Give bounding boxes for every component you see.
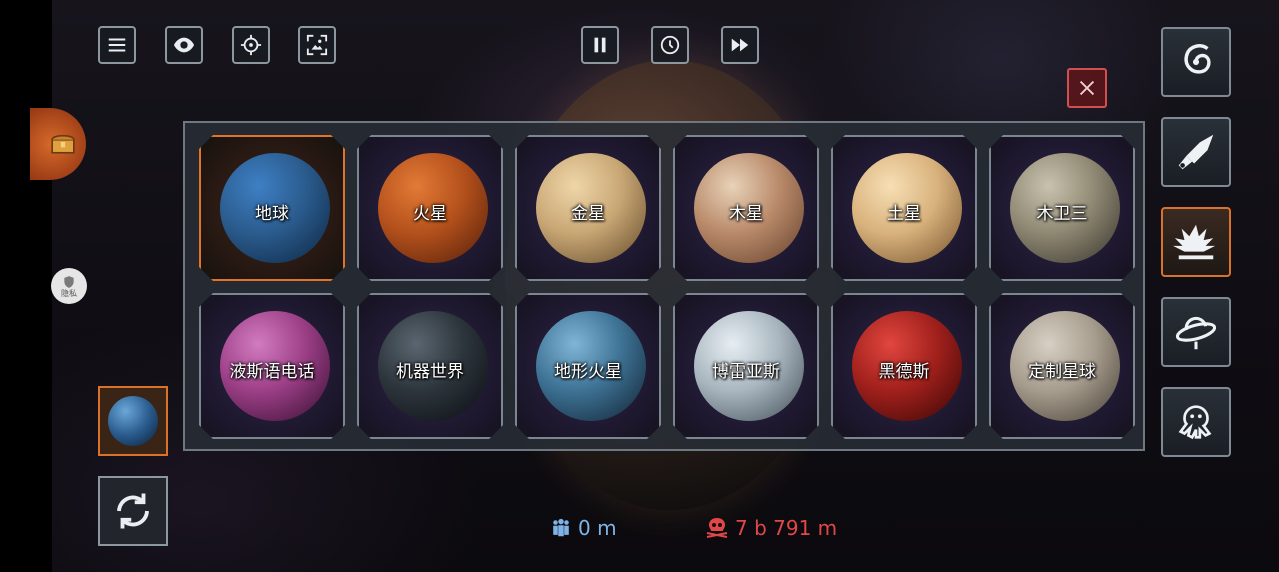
close-panel-button[interactable] xyxy=(1067,68,1107,108)
planet-option[interactable]: 黑德斯 xyxy=(831,293,977,439)
people-icon xyxy=(553,518,569,537)
menu-button[interactable] xyxy=(98,26,136,64)
planet-name: 定制星球 xyxy=(1028,362,1096,382)
planet-name: 博雷亚斯 xyxy=(712,362,780,382)
explosion-tool-button[interactable] xyxy=(1161,207,1231,277)
screenshot-button[interactable] xyxy=(298,26,336,64)
planet-option[interactable]: 金星 xyxy=(515,135,661,281)
planet-option[interactable]: 木卫三 xyxy=(989,135,1135,281)
planet-name: 地形火星 xyxy=(554,362,622,382)
target-button[interactable] xyxy=(232,26,270,64)
reset-button[interactable] xyxy=(98,476,168,546)
planet-name: 液斯语电话 xyxy=(229,362,315,382)
planet-option[interactable]: 土星 xyxy=(831,135,977,281)
monster-tool-button[interactable] xyxy=(1161,387,1231,457)
planet-name: 土星 xyxy=(887,204,921,224)
galaxy-icon xyxy=(1184,44,1211,74)
ufo-tool-button[interactable] xyxy=(1161,297,1231,367)
skull-icon xyxy=(706,518,728,538)
population-stat: 0 m xyxy=(550,516,617,540)
planet-option[interactable]: 火星 xyxy=(357,135,503,281)
refresh-icon xyxy=(117,493,149,529)
game-screen: 隐私 地球 火星 金星 木星 土星 木卫三 液斯语电话 机器世界 地形火星 博雷… xyxy=(0,0,1279,572)
planet-option[interactable]: 地球 xyxy=(199,135,345,281)
population-value: 0 m xyxy=(578,516,617,540)
shield-icon xyxy=(64,275,74,288)
planet-option[interactable]: 机器世界 xyxy=(357,293,503,439)
left-edge xyxy=(0,0,52,572)
menu-icon xyxy=(108,38,126,52)
planet-option[interactable]: 定制星球 xyxy=(989,293,1135,439)
planet-name: 地球 xyxy=(255,204,289,224)
planet-name: 火星 xyxy=(413,204,447,224)
privacy-label: 隐私 xyxy=(61,288,77,298)
planet-select-panel: 地球 火星 金星 木星 土星 木卫三液斯语电话 机器世界 地形火星 博雷亚斯 黑德斯 定制星球 xyxy=(183,121,1145,451)
close-icon xyxy=(1079,80,1095,96)
planet-option[interactable]: 地形火星 xyxy=(515,293,661,439)
earth-thumbnail xyxy=(108,396,158,446)
planet-name: 机器世界 xyxy=(396,362,464,382)
missile-tool-button[interactable] xyxy=(1161,117,1231,187)
pause-icon xyxy=(594,37,606,53)
planet-name: 木卫三 xyxy=(1036,204,1088,224)
planet-name: 黑德斯 xyxy=(878,362,930,382)
death-stat: 7 b 791 m xyxy=(705,516,837,540)
privacy-button[interactable]: 隐私 xyxy=(51,268,87,304)
explosion-icon xyxy=(1173,224,1216,260)
time-button[interactable] xyxy=(651,26,689,64)
current-planet-button[interactable] xyxy=(98,386,168,456)
planet-name: 木星 xyxy=(729,204,763,224)
chest-icon xyxy=(51,134,75,154)
death-value: 7 b 791 m xyxy=(735,516,838,540)
planet-option[interactable]: 木星 xyxy=(673,135,819,281)
galaxy-tool-button[interactable] xyxy=(1161,27,1231,97)
octopus-icon xyxy=(1178,405,1212,440)
planet-name: 金星 xyxy=(571,204,605,224)
pause-button[interactable] xyxy=(581,26,619,64)
screenshot-icon xyxy=(306,34,328,56)
view-button[interactable] xyxy=(165,26,203,64)
ufo-icon xyxy=(1175,316,1217,350)
clock-icon xyxy=(660,35,680,55)
eye-icon xyxy=(173,37,195,53)
missile-icon xyxy=(1178,134,1214,170)
fast-forward-button[interactable] xyxy=(721,26,759,64)
treasure-chest-button[interactable] xyxy=(30,108,86,180)
planet-option[interactable]: 液斯语电话 xyxy=(199,293,345,439)
crosshair-icon xyxy=(240,34,262,56)
planet-option[interactable]: 博雷亚斯 xyxy=(673,293,819,439)
fast-forward-icon xyxy=(731,38,749,52)
